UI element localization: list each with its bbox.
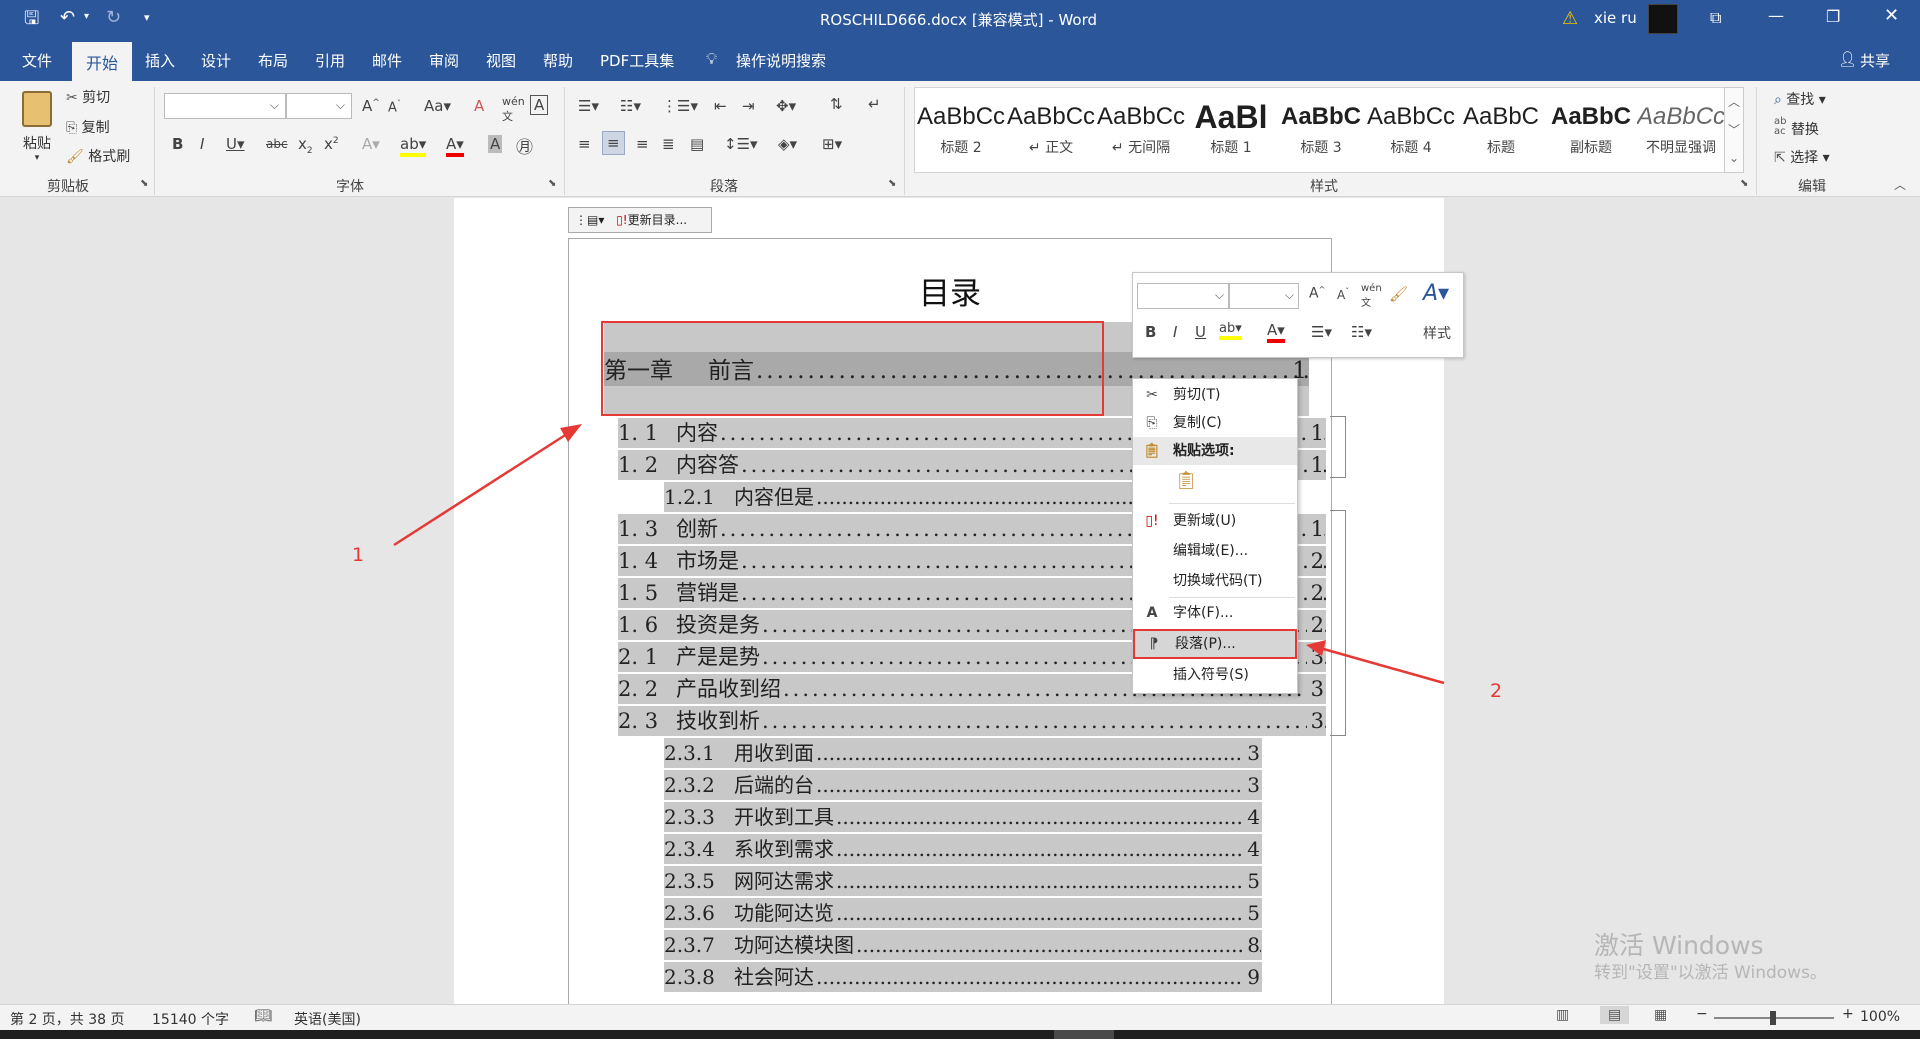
read-mode-icon[interactable]: ▥ bbox=[1556, 1008, 1569, 1022]
menu-item-label: 更新域(U) bbox=[1173, 513, 1237, 529]
zoom-slider-thumb[interactable] bbox=[1770, 1011, 1776, 1025]
paste-icon: 📋︎ bbox=[1143, 443, 1161, 459]
mini-font-size-combo[interactable]: ⌵ bbox=[1229, 283, 1299, 309]
arrowhead-1 bbox=[560, 424, 582, 442]
menu-item-paste-options: 📋︎ 粘贴选项: bbox=[1133, 437, 1297, 465]
menu-item-copy[interactable]: ⎘ 复制(C) bbox=[1133, 409, 1297, 437]
menu-item-label: 段落(P)... bbox=[1175, 636, 1236, 652]
grow-font-icon[interactable]: A^ bbox=[1309, 285, 1325, 302]
annotation-arrows bbox=[393, 424, 1445, 685]
bold-icon[interactable]: B bbox=[1145, 323, 1156, 341]
activate-windows-subtitle: 转到"设置"以激活 Windows。 bbox=[1594, 963, 1827, 983]
menu-item-label: 字体(F)... bbox=[1173, 605, 1234, 621]
copy-icon: ⎘ bbox=[1146, 415, 1158, 431]
taskbar bbox=[0, 1030, 1920, 1039]
annotation-label-2: 2 bbox=[1490, 680, 1503, 702]
menu-item-paragraph[interactable]: ⁋ 段落(P)... bbox=[1133, 629, 1297, 659]
web-layout-icon[interactable]: ▦ bbox=[1654, 1008, 1667, 1022]
shrink-font-icon[interactable]: Aˇ bbox=[1337, 287, 1349, 302]
font-color-icon[interactable]: A▾ bbox=[1267, 321, 1285, 343]
styles-icon[interactable]: A▾ bbox=[1423, 281, 1449, 306]
chevron-down-icon: ⌵ bbox=[1214, 288, 1224, 302]
language[interactable]: 英语(美国) bbox=[294, 1009, 361, 1029]
menu-item-edit-field[interactable]: 编辑域(E)... bbox=[1133, 537, 1297, 565]
page-count[interactable]: 第 2 页，共 38 页 bbox=[10, 1009, 125, 1029]
menu-item-font[interactable]: A 字体(F)... bbox=[1133, 599, 1297, 627]
context-menu: ✂ 剪切(T) ⎘ 复制(C) 📋︎ 粘贴选项: 📋︎ ▯! 更新域(U) 编辑域(E)… bbox=[1132, 378, 1298, 694]
activate-windows-title: 激活 Windows bbox=[1594, 931, 1764, 960]
format-painter-icon[interactable]: 🖌︎ bbox=[1389, 285, 1408, 303]
font-icon: A bbox=[1146, 605, 1158, 621]
arrowhead-2 bbox=[1306, 640, 1326, 656]
mini-font-name-combo[interactable]: ⌵ bbox=[1137, 283, 1229, 309]
menu-item-insert-symbol[interactable]: 插入符号(S) bbox=[1133, 661, 1297, 689]
chevron-down-icon: ⌵ bbox=[1284, 288, 1294, 302]
phonetic-guide-icon[interactable]: wén 文 bbox=[1361, 283, 1382, 309]
status-bar: 第 2 页，共 38 页 15140 个字 📖︎ 英语(美国) ▥ ▤ ▦ − … bbox=[0, 1004, 1920, 1030]
paste-keep-text-button[interactable]: 📋︎ bbox=[1173, 469, 1199, 495]
scissors-icon: ✂ bbox=[1146, 387, 1158, 403]
bullets-icon[interactable]: ☰▾ bbox=[1311, 323, 1332, 341]
menu-item-update-field[interactable]: ▯! 更新域(U) bbox=[1133, 507, 1297, 535]
styles-label: 样式 bbox=[1423, 326, 1451, 342]
update-field-icon: ▯! bbox=[1145, 513, 1159, 529]
numbering-icon[interactable]: ☷▾ bbox=[1351, 323, 1372, 341]
menu-item-cut[interactable]: ✂ 剪切(T) bbox=[1133, 381, 1297, 409]
zoom-in-icon[interactable]: + bbox=[1842, 1006, 1854, 1022]
annotation-arrow-1 bbox=[393, 430, 571, 547]
zoom-slider[interactable] bbox=[1714, 1011, 1834, 1025]
word-count[interactable]: 15140 个字 bbox=[152, 1009, 229, 1029]
zoom-level[interactable]: 100% bbox=[1860, 1009, 1900, 1025]
annotation-arrow-2 bbox=[1319, 646, 1445, 685]
menu-item-label: 粘贴选项: bbox=[1173, 443, 1235, 459]
menu-item-toggle-field-codes[interactable]: 切换域代码(T) bbox=[1133, 567, 1297, 595]
print-layout-icon[interactable]: ▤ bbox=[1600, 1006, 1630, 1024]
highlight-icon[interactable]: ab▾ bbox=[1219, 321, 1242, 340]
mini-toolbar: ⌵ ⌵ A^ Aˇ wén 文 🖌︎ A▾ 样式 B I U ab▾ A▾ ☰▾ … bbox=[1132, 272, 1464, 358]
menu-item-label: 复制(C) bbox=[1173, 415, 1222, 431]
annotation-label-1: 1 bbox=[352, 544, 365, 566]
proofing-icon[interactable]: 📖︎ bbox=[254, 1009, 272, 1023]
menu-item-label: 切换域代码(T) bbox=[1173, 573, 1263, 589]
paste-keep-text-icon: 📋︎ bbox=[1174, 470, 1198, 491]
taskbar-active-item[interactable] bbox=[1054, 1030, 1114, 1039]
menu-item-label: 插入符号(S) bbox=[1173, 667, 1249, 683]
menu-separator bbox=[1169, 503, 1295, 504]
paragraph-icon: ⁋ bbox=[1149, 636, 1159, 652]
menu-item-label: 编辑域(E)... bbox=[1173, 543, 1249, 559]
underline-icon[interactable]: U bbox=[1195, 323, 1206, 341]
zoom-out-icon[interactable]: − bbox=[1696, 1006, 1708, 1022]
menu-separator bbox=[1169, 597, 1295, 598]
menu-item-label: 剪切(T) bbox=[1173, 387, 1221, 403]
italic-icon[interactable]: I bbox=[1173, 323, 1177, 341]
